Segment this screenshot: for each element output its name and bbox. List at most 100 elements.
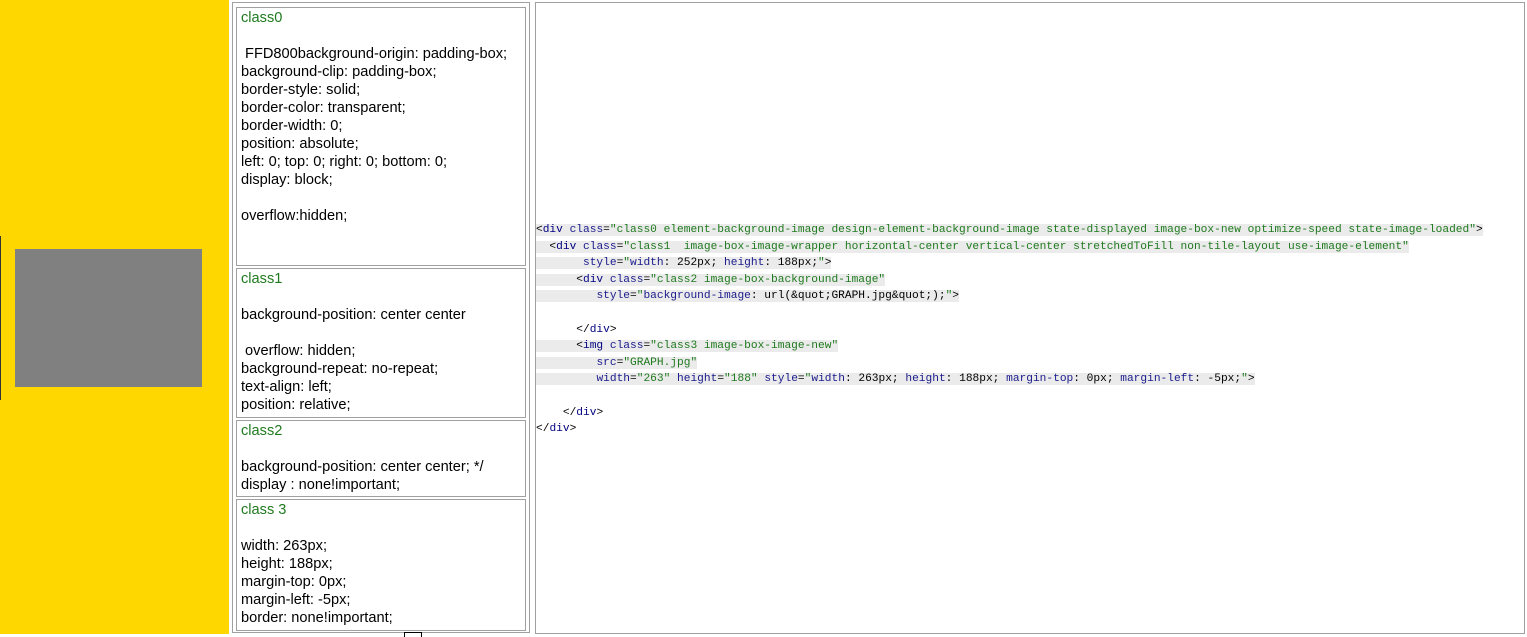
code-token: div bbox=[556, 240, 577, 253]
css-declaration: text-align: left; bbox=[241, 379, 332, 395]
code-token: "class0 element-background-image design-… bbox=[609, 224, 1476, 236]
preview-edge-line bbox=[0, 236, 1, 400]
code-line-content: <div class="class2 image-box-background-… bbox=[536, 273, 886, 286]
code-token: height bbox=[724, 257, 765, 270]
image-placeholder bbox=[15, 249, 202, 387]
css-declaration: overflow:hidden; bbox=[241, 208, 348, 224]
code-token: "class1 image-box-image-wrapper horizont… bbox=[623, 240, 1409, 253]
code-token: width bbox=[630, 257, 664, 270]
css-declaration: background-clip: padding-box; bbox=[241, 64, 437, 80]
preview-panel bbox=[0, 0, 229, 634]
code-token: > bbox=[1247, 373, 1255, 386]
css-cell-lines: FFD800background-origin: padding-box; bac… bbox=[241, 45, 525, 225]
code-token: img bbox=[583, 340, 604, 353]
css-declaration: border-width: 0; bbox=[241, 118, 343, 134]
css-declaration: border-style: solid; bbox=[241, 82, 361, 98]
css-cell-title: class2 bbox=[241, 423, 283, 439]
code-token: > bbox=[596, 406, 604, 419]
html-code-block: <div class="class0 element-background-im… bbox=[536, 222, 1524, 438]
code-token: </ bbox=[536, 406, 577, 419]
code-token: div bbox=[583, 273, 604, 286]
css-declaration: left: 0; top: 0; right: 0; bottom: 0; bbox=[241, 154, 448, 170]
code-line-content: width="263" height="188" style="width: 2… bbox=[536, 373, 1255, 386]
css-declaration: height: 188px; bbox=[241, 556, 333, 572]
code-token: height bbox=[677, 373, 718, 386]
html-code-panel: <div class="class0 element-background-im… bbox=[535, 2, 1525, 634]
table-resize-handle[interactable] bbox=[404, 632, 422, 637]
css-class-table: class0 FFD800background-origin: padding-… bbox=[232, 2, 530, 633]
code-token: class bbox=[609, 340, 644, 353]
css-declaration: background-repeat: no-repeat; bbox=[241, 361, 439, 377]
code-token: div bbox=[589, 323, 610, 336]
code-token: > bbox=[569, 423, 577, 436]
code-line: </div> bbox=[536, 405, 1524, 422]
code-token: > bbox=[1475, 224, 1483, 236]
css-cell-class1: class1 background-position: center cente… bbox=[236, 268, 526, 418]
code-token: > bbox=[609, 323, 617, 336]
code-token: </ bbox=[536, 423, 550, 436]
code-line-content: </div> bbox=[536, 323, 617, 336]
code-token: background-image bbox=[643, 290, 751, 303]
css-cell-class0: class0 FFD800background-origin: padding-… bbox=[236, 7, 526, 266]
code-token: src bbox=[596, 356, 617, 369]
code-token: " bbox=[818, 257, 825, 270]
css-declaration: border: none!important; bbox=[241, 610, 393, 626]
css-declaration: margin-left: -5px; bbox=[241, 592, 351, 608]
code-token: class bbox=[609, 273, 644, 286]
css-declaration: FFD800background-origin: padding-box; bbox=[241, 46, 508, 62]
code-token: style bbox=[596, 290, 631, 303]
code-line-content: <img class="class3 image-box-image-new" bbox=[536, 340, 839, 353]
code-line-content: </div> bbox=[536, 423, 576, 435]
code-line: </div> bbox=[536, 322, 1524, 339]
code-token: margin-top bbox=[1006, 373, 1074, 386]
code-token: " bbox=[1241, 373, 1248, 386]
code-line: <div class="class1 image-box-image-wrapp… bbox=[536, 239, 1524, 256]
css-cell-title: class1 bbox=[241, 271, 283, 287]
code-token: " bbox=[623, 257, 631, 270]
code-token: div bbox=[542, 224, 563, 236]
code-token: div bbox=[549, 423, 570, 436]
code-line-content: <div class="class1 image-box-image-wrapp… bbox=[536, 240, 1409, 253]
code-token: height bbox=[905, 373, 946, 386]
code-token: = bbox=[630, 290, 637, 303]
code-token: div bbox=[576, 406, 597, 419]
css-cell-lines: width: 263px; height: 188px; margin-top: 0… bbox=[241, 537, 525, 627]
code-token: < bbox=[536, 340, 583, 353]
code-token: "188" bbox=[724, 373, 758, 386]
code-token: "GRAPH.jpg" bbox=[623, 356, 698, 369]
code-token: = bbox=[630, 373, 637, 386]
css-declaration: display : none!important; bbox=[241, 477, 400, 493]
code-line: width="263" height="188" style="width: 2… bbox=[536, 371, 1524, 388]
code-token: : 0px; bbox=[1073, 373, 1121, 386]
code-line-content: src="GRAPH.jpg" bbox=[536, 356, 698, 369]
code-token: class bbox=[583, 240, 617, 253]
code-line: style="background-image: url(&quot;GRAPH… bbox=[536, 288, 1524, 305]
css-declaration: border-color: transparent; bbox=[241, 100, 406, 116]
code-token: < bbox=[536, 240, 557, 253]
code-line: <img class="class3 image-box-image-new" bbox=[536, 338, 1524, 355]
code-token: "class2 image-box-background-image" bbox=[650, 273, 886, 286]
code-line-content: </div> bbox=[536, 407, 603, 419]
css-cell-title: class 3 bbox=[241, 502, 287, 518]
code-line: <div class="class2 image-box-background-… bbox=[536, 272, 1524, 289]
code-token: style bbox=[764, 373, 798, 386]
css-declaration: background-position: center center bbox=[241, 307, 466, 323]
code-line: src="GRAPH.jpg" bbox=[536, 355, 1524, 372]
code-line-content: style="width: 252px; height: 188px;"> bbox=[536, 257, 832, 270]
css-cell-class2: class2 background-position: center cente… bbox=[236, 420, 526, 497]
code-token: = bbox=[797, 373, 805, 386]
css-declaration: position: absolute; bbox=[241, 136, 359, 152]
code-token: "263" bbox=[636, 373, 671, 386]
code-token: < bbox=[536, 224, 543, 236]
css-cell-title: class0 bbox=[241, 10, 283, 26]
code-token: : url(&quot;GRAPH.jpg&quot;); bbox=[750, 290, 946, 303]
css-declaration: margin-top: 0px; bbox=[241, 574, 347, 590]
